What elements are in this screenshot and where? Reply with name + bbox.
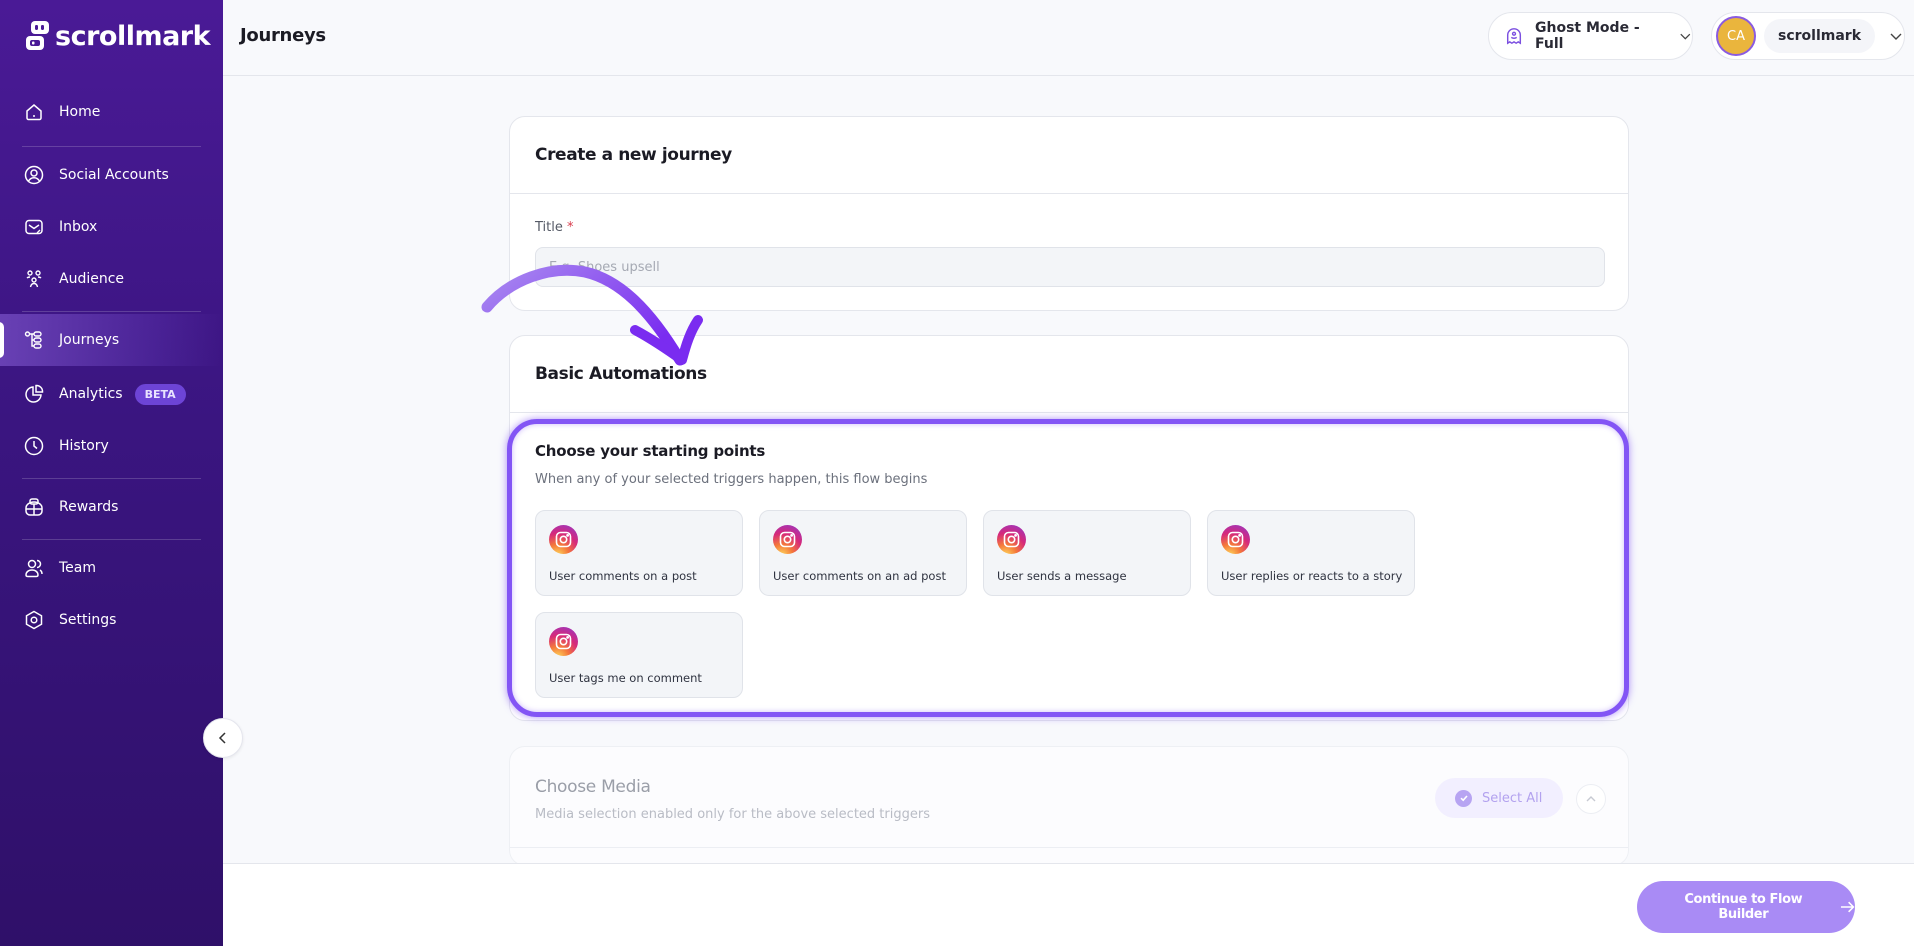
instagram-icon xyxy=(549,525,578,554)
sidebar-item-label: Inbox xyxy=(59,219,98,235)
scrollmark-logo-icon xyxy=(26,21,49,50)
trigger-label: User replies or reacts to a story xyxy=(1221,569,1403,583)
sidebar-item-rewards[interactable]: Rewards xyxy=(0,481,223,533)
continue-label: Continue to Flow Builder xyxy=(1684,892,1803,922)
trigger-comments-on-ad-post[interactable]: User comments on an ad post xyxy=(759,510,967,596)
title-input[interactable] xyxy=(535,247,1605,287)
pie-chart-icon xyxy=(23,383,45,405)
sidebar-item-journeys[interactable]: Journeys xyxy=(0,314,223,366)
audience-icon xyxy=(23,268,45,290)
trigger-tags-me-on-comment[interactable]: User tags me on comment xyxy=(535,612,743,698)
sidebar-item-history[interactable]: History xyxy=(0,420,223,472)
divider xyxy=(510,847,1628,848)
instagram-icon xyxy=(549,627,578,656)
choose-media-card: Choose Media Media selection enabled onl… xyxy=(509,746,1629,866)
sidebar-item-inbox[interactable]: Inbox xyxy=(0,201,223,253)
trigger-label: User sends a message xyxy=(997,569,1127,583)
instagram-icon xyxy=(1221,525,1250,554)
create-journey-title: Create a new journey xyxy=(510,117,1628,194)
trigger-label: User comments on an ad post xyxy=(773,569,946,583)
starting-points-subtitle: When any of your selected triggers happe… xyxy=(535,472,928,487)
sidebar-item-team[interactable]: Team xyxy=(0,542,223,594)
trigger-replies-to-story[interactable]: User replies or reacts to a story xyxy=(1207,510,1415,596)
trigger-label: User comments on a post xyxy=(549,569,697,583)
trigger-sends-message[interactable]: User sends a message xyxy=(983,510,1191,596)
select-all-button[interactable]: Select All xyxy=(1435,778,1563,818)
trigger-label: User tags me on comment xyxy=(549,671,702,685)
sidebar: scrollmark Home Social Accounts Inbox Au… xyxy=(0,0,223,946)
header: Journeys Ghost Mode - Full CA scrollmark xyxy=(223,0,1914,76)
sidebar-nav: Home Social Accounts Inbox Audience Jour… xyxy=(0,86,223,646)
sidebar-item-label: Team xyxy=(59,560,97,576)
instagram-icon xyxy=(773,525,802,554)
sidebar-item-label: Rewards xyxy=(59,499,119,515)
starting-points-title: Choose your starting points xyxy=(535,442,766,460)
logo[interactable]: scrollmark xyxy=(25,20,211,52)
sidebar-item-label: Audience xyxy=(59,271,125,287)
chevron-left-icon xyxy=(218,732,226,744)
inbox-icon xyxy=(23,216,45,238)
basic-automations-card: Basic Automations Choose your starting p… xyxy=(507,335,1629,721)
basic-automations-title: Basic Automations xyxy=(510,336,1628,413)
sidebar-item-social-accounts[interactable]: Social Accounts xyxy=(0,149,223,201)
footer-bar: Continue to Flow Builder xyxy=(223,863,1914,946)
sidebar-item-analytics[interactable]: Analytics BETA xyxy=(0,368,223,420)
nav-divider xyxy=(22,478,201,479)
sidebar-item-home[interactable]: Home xyxy=(0,86,223,138)
account-dropdown[interactable]: CA scrollmark xyxy=(1711,12,1905,60)
sidebar-item-label: Journeys xyxy=(59,332,120,348)
team-icon xyxy=(23,557,45,579)
ghost-icon xyxy=(1506,28,1522,45)
logo-text: scrollmark xyxy=(55,20,211,52)
collapse-sidebar-button[interactable] xyxy=(203,718,243,758)
sidebar-item-audience[interactable]: Audience xyxy=(0,253,223,305)
sidebar-item-label: Social Accounts xyxy=(59,167,169,183)
user-circle-icon xyxy=(23,164,45,186)
ghost-mode-label: Ghost Mode - Full xyxy=(1535,20,1640,52)
collapse-media-button[interactable] xyxy=(1576,784,1606,814)
chevron-down-icon xyxy=(1680,33,1691,40)
title-field-label: Title * xyxy=(535,220,574,235)
select-all-label: Select All xyxy=(1482,790,1543,806)
nav-divider xyxy=(22,539,201,540)
sidebar-item-label: Settings xyxy=(59,612,117,628)
home-icon xyxy=(23,101,45,123)
clock-icon xyxy=(23,435,45,457)
trigger-comments-on-post[interactable]: User comments on a post xyxy=(535,510,743,596)
nav-divider xyxy=(22,146,201,147)
continue-to-flow-builder-button[interactable]: Continue to Flow Builder xyxy=(1637,881,1855,933)
choose-media-subtitle: Media selection enabled only for the abo… xyxy=(535,807,930,822)
page-title: Journeys xyxy=(240,25,326,46)
chevron-up-icon xyxy=(1586,796,1596,802)
sidebar-item-label: Analytics xyxy=(59,386,123,402)
avatar: CA xyxy=(1716,16,1756,56)
instagram-icon xyxy=(997,525,1026,554)
beta-badge: BETA xyxy=(134,383,186,405)
trigger-list: User comments on a post User comments on… xyxy=(535,510,1435,698)
sidebar-item-label: History xyxy=(59,438,109,454)
sidebar-item-settings[interactable]: Settings xyxy=(0,594,223,646)
account-name: scrollmark xyxy=(1764,19,1876,53)
required-mark: * xyxy=(567,220,574,235)
choose-media-title: Choose Media xyxy=(535,777,651,797)
check-circle-icon xyxy=(1455,789,1472,807)
title-label-text: Title xyxy=(535,220,563,235)
arrow-right-icon xyxy=(1840,901,1855,913)
create-journey-card: Create a new journey Title * xyxy=(509,116,1629,311)
settings-icon xyxy=(23,609,45,631)
ghost-mode-dropdown[interactable]: Ghost Mode - Full xyxy=(1488,12,1693,60)
journeys-icon xyxy=(23,329,45,351)
chevron-down-icon xyxy=(1890,33,1902,40)
gift-icon xyxy=(23,496,45,518)
nav-divider xyxy=(22,311,201,312)
sidebar-item-label: Home xyxy=(59,104,101,120)
